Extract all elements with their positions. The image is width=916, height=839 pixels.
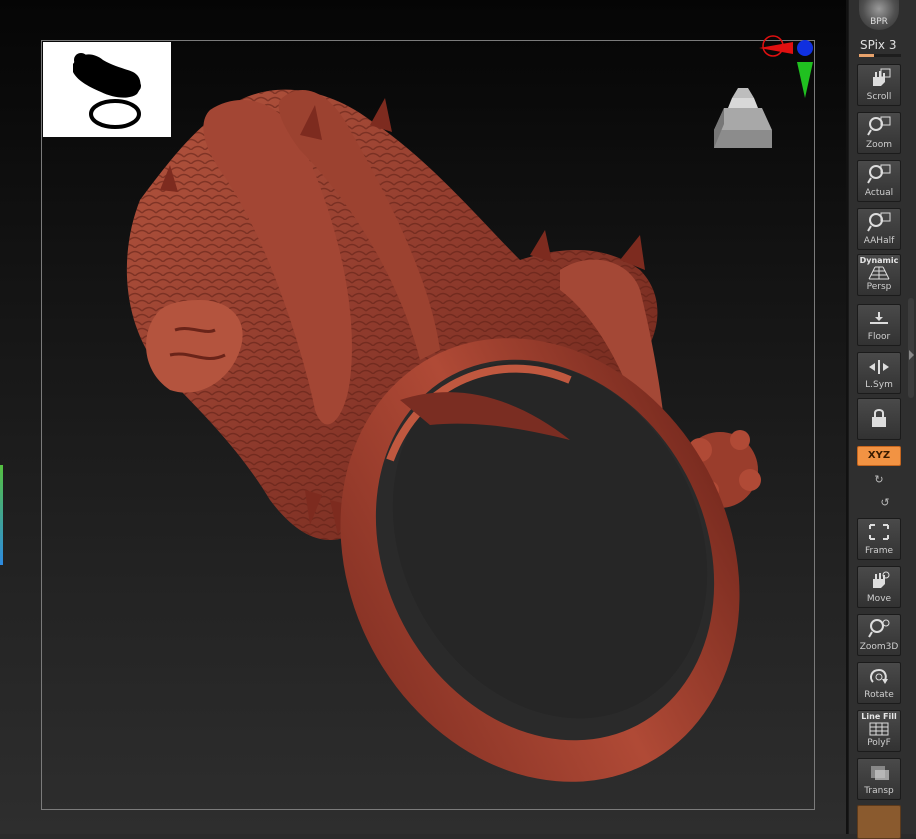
- symmetry-icon: [869, 360, 889, 374]
- zoom3d-button[interactable]: Zoom3D: [857, 614, 901, 656]
- rotate-icon: [870, 668, 888, 684]
- shelf-expand-arrow-icon[interactable]: [909, 350, 914, 360]
- bpr-label: BPR: [870, 17, 888, 27]
- rotate-y-icon[interactable]: ↻: [872, 473, 886, 487]
- lsym-label: L.Sym: [865, 380, 893, 390]
- transparency-icon: [871, 766, 889, 780]
- lock-icon: [872, 409, 886, 427]
- shelf-scrollbar[interactable]: [908, 298, 914, 398]
- bpr-render-button[interactable]: BPR: [859, 0, 899, 30]
- hand-move-icon: [873, 571, 890, 588]
- move-label: Move: [866, 594, 892, 604]
- xyz-button[interactable]: XYZ: [857, 446, 901, 466]
- zoom3d-label: Zoom3D: [859, 642, 899, 652]
- aahalf-label: AAHalf: [863, 236, 895, 246]
- move-button[interactable]: Move: [857, 566, 901, 608]
- rotate-button[interactable]: Rotate: [857, 662, 901, 704]
- magnifier-aahalf-icon: [867, 212, 891, 232]
- frame-button[interactable]: Frame: [857, 518, 901, 560]
- dynamic-label: Dynamic: [859, 256, 899, 265]
- rotate-z-icon[interactable]: ↺: [878, 496, 892, 510]
- persp-button[interactable]: Dynamic Persp: [857, 254, 901, 296]
- scroll-label: Scroll: [866, 92, 892, 102]
- zoom-button[interactable]: Zoom: [857, 112, 901, 154]
- floor-button[interactable]: Floor: [857, 304, 901, 346]
- transp-label: Transp: [864, 786, 894, 796]
- actual-button[interactable]: Actual: [857, 160, 901, 202]
- polyf-button[interactable]: Line Fill PolyF: [857, 710, 901, 752]
- magnifier-zoom-icon: [867, 116, 891, 136]
- floor-label: Floor: [867, 332, 891, 342]
- right-shelf: BPR SPix 3 Scroll Zoom Actual AAHalf Dyn…: [848, 0, 916, 839]
- viewport-edge-indicator: [0, 465, 3, 565]
- actual-label: Actual: [864, 188, 894, 198]
- lock-button[interactable]: [857, 398, 901, 440]
- dragon-ring-model[interactable]: [100, 80, 800, 800]
- persp-label: Persp: [866, 282, 892, 292]
- perspective-grid-icon: [868, 266, 890, 280]
- frame-label: Frame: [864, 546, 894, 556]
- floor-icon: [870, 312, 888, 324]
- zoom-label: Zoom: [866, 140, 892, 150]
- lsym-button[interactable]: L.Sym: [857, 352, 901, 394]
- hand-scroll-icon: [873, 68, 891, 86]
- canvas-viewport[interactable]: [0, 0, 848, 834]
- rotate-label: Rotate: [864, 690, 894, 700]
- zoom3d-icon: [868, 619, 890, 638]
- xyz-label: XYZ: [867, 450, 891, 461]
- polyframe-grid-icon: [869, 722, 889, 736]
- transp-button[interactable]: Transp: [857, 758, 901, 800]
- magnifier-actual-icon: [867, 164, 891, 184]
- line-fill-label: Line Fill: [861, 712, 897, 721]
- polyf-label: PolyF: [867, 738, 891, 748]
- frame-icon: [869, 524, 889, 540]
- spix-label: SPix 3: [860, 38, 897, 52]
- spix-slider[interactable]: [859, 54, 901, 57]
- aahalf-button[interactable]: AAHalf: [857, 208, 901, 250]
- scroll-button[interactable]: Scroll: [857, 64, 901, 106]
- spix-slider-fill: [859, 54, 874, 57]
